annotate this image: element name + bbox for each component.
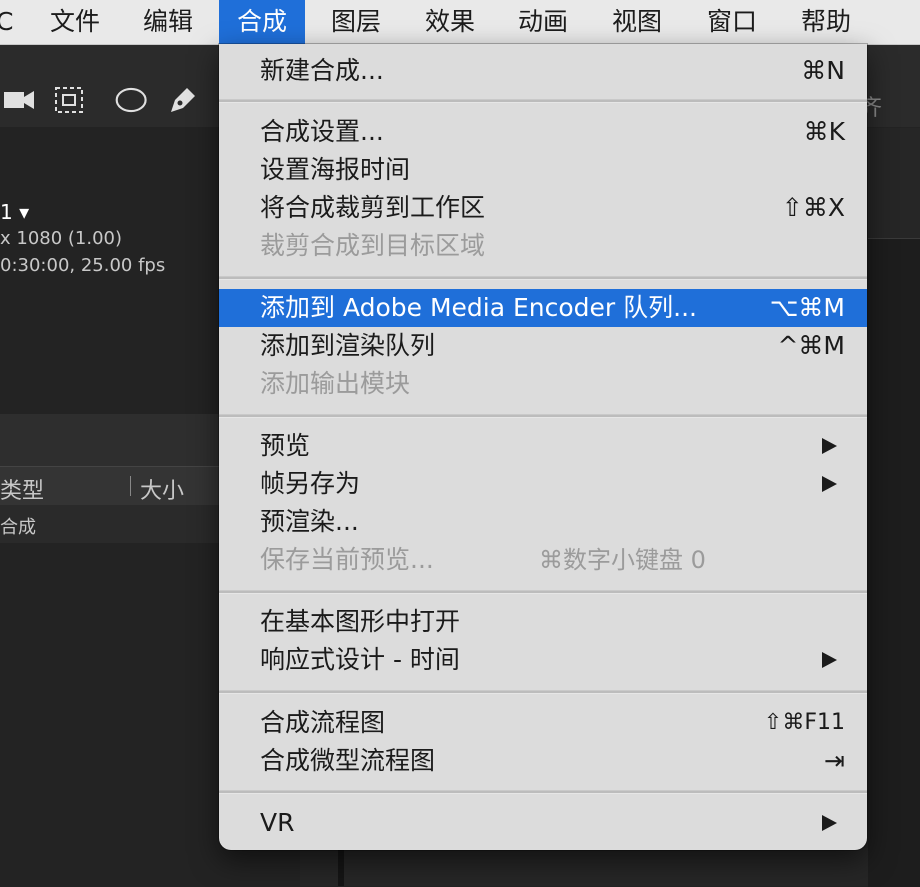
menu-item-label: 预览 xyxy=(260,431,311,460)
timeline-panel xyxy=(300,848,868,886)
submenu-arrow-icon xyxy=(822,815,837,831)
pen-tool-icon[interactable] xyxy=(165,84,199,116)
menu-separator xyxy=(219,690,867,694)
menu-layer[interactable]: 图层 xyxy=(331,0,381,44)
menu-item-save-frame-as[interactable]: 帧另存为 xyxy=(219,465,867,503)
menu-item-pre-render[interactable]: 预渲染... xyxy=(219,503,867,541)
menu-item-add-to-render-queue[interactable]: 添加到渲染队列 ^⌘M xyxy=(219,327,867,365)
menu-item-crop-to-region: 裁剪合成到目标区域 xyxy=(219,227,867,265)
menu-item-composition-mini-flowchart[interactable]: 合成微型流程图 ⇥ xyxy=(219,742,867,780)
right-panel-content xyxy=(868,238,920,887)
menu-edit[interactable]: 编辑 xyxy=(143,0,193,44)
menu-item-label: 添加到 Adobe Media Encoder 队列... xyxy=(260,293,697,322)
comp-size: x 1080 (1.00) xyxy=(0,228,123,249)
row-type: 合成 xyxy=(0,517,36,538)
menu-item-open-in-essential-graphics[interactable]: 在基本图形中打开 xyxy=(219,603,867,641)
pan-behind-tool-icon[interactable] xyxy=(52,84,86,116)
menu-separator xyxy=(219,790,867,794)
menu-help[interactable]: 帮助 xyxy=(801,0,851,44)
menu-item-label: 裁剪合成到目标区域 xyxy=(260,231,486,260)
menu-item-label: 将合成裁剪到工作区 xyxy=(260,193,486,222)
menu-effect[interactable]: 效果 xyxy=(425,0,475,44)
menu-item-shortcut: ^⌘M xyxy=(777,331,845,360)
menu-item-label: 在基本图形中打开 xyxy=(260,607,461,636)
menu-item-add-output-module: 添加输出模块 xyxy=(219,365,867,403)
comp-duration: 0:30:00, 25.00 fps xyxy=(0,255,166,276)
menu-file[interactable]: 文件 xyxy=(50,0,100,44)
timeline-divider xyxy=(338,848,344,886)
menu-item-preview[interactable]: 预览 xyxy=(219,427,867,465)
menu-item-shortcut: ⇥ xyxy=(824,746,845,775)
project-search-strip xyxy=(0,414,220,466)
submenu-arrow-icon xyxy=(822,652,837,668)
menu-app[interactable]: C xyxy=(0,0,13,44)
menu-item-composition-flowchart[interactable]: 合成流程图 ⇧⌘F11 xyxy=(219,704,867,742)
menu-item-label: 设置海报时间 xyxy=(260,155,411,184)
column-size[interactable]: 大小 xyxy=(140,473,184,505)
menu-view[interactable]: 视图 xyxy=(612,0,662,44)
menu-item-new-composition[interactable]: 新建合成... ⌘N xyxy=(219,52,867,90)
menu-item-shortcut: ⌘K xyxy=(803,117,845,146)
submenu-arrow-icon xyxy=(822,438,837,454)
menu-item-label: 合成设置... xyxy=(260,117,384,146)
menu-item-shortcut: ⇧⌘F11 xyxy=(763,710,845,735)
menu-bar: C 文件 编辑 合成 图层 效果 动画 视图 窗口 帮助 xyxy=(0,0,920,45)
composition-menu: 新建合成... ⌘N 合成设置... ⌘K 设置海报时间 将合成裁剪到工作区 ⇧… xyxy=(219,44,867,850)
menu-item-shortcut: ⌘数字小键盘 0 xyxy=(539,546,706,574)
menu-separator xyxy=(219,276,867,280)
menu-item-label: 新建合成... xyxy=(260,56,384,85)
menu-item-responsive-design-time[interactable]: 响应式设计 - 时间 xyxy=(219,641,867,679)
menu-item-label: 保存当前预览... xyxy=(260,545,434,574)
menu-item-label: 合成微型流程图 xyxy=(260,746,436,775)
menu-animation[interactable]: 动画 xyxy=(518,0,568,44)
menu-item-vr[interactable]: VR xyxy=(219,804,867,842)
menu-item-label: 合成流程图 xyxy=(260,708,386,737)
menu-item-add-to-media-encoder[interactable]: 添加到 Adobe Media Encoder 队列... ⌥⌘M xyxy=(219,289,867,327)
menu-item-label: 帧另存为 xyxy=(260,469,361,498)
menu-composition[interactable]: 合成 xyxy=(219,0,306,44)
menu-item-set-poster-time[interactable]: 设置海报时间 xyxy=(219,151,867,189)
column-type[interactable]: 类型 xyxy=(0,473,44,505)
menu-separator xyxy=(219,99,867,103)
menu-separator xyxy=(219,414,867,418)
menu-item-save-current-preview: 保存当前预览... ⌘数字小键盘 0 xyxy=(219,541,867,579)
menu-item-label: 响应式设计 - 时间 xyxy=(260,645,460,674)
menu-window[interactable]: 窗口 xyxy=(707,0,757,44)
column-divider[interactable] xyxy=(130,476,131,496)
ellipse-tool-icon[interactable] xyxy=(115,84,149,116)
menu-item-shortcut: ⌥⌘M xyxy=(769,293,845,322)
menu-item-shortcut: ⇧⌘X xyxy=(781,193,845,222)
menu-item-composition-settings[interactable]: 合成设置... ⌘K xyxy=(219,113,867,151)
comp-name[interactable]: 1 ▾ xyxy=(0,200,29,224)
camera-tool-icon[interactable] xyxy=(2,84,36,116)
menu-item-label: VR xyxy=(260,808,295,837)
menu-item-shortcut: ⌘N xyxy=(801,56,845,85)
menu-item-trim-to-work-area[interactable]: 将合成裁剪到工作区 ⇧⌘X xyxy=(219,189,867,227)
menu-item-label: 预渲染... xyxy=(260,507,359,536)
menu-item-label: 添加输出模块 xyxy=(260,369,411,398)
menu-separator xyxy=(219,590,867,594)
submenu-arrow-icon xyxy=(822,476,837,492)
menu-item-label: 添加到渲染队列 xyxy=(260,331,436,360)
